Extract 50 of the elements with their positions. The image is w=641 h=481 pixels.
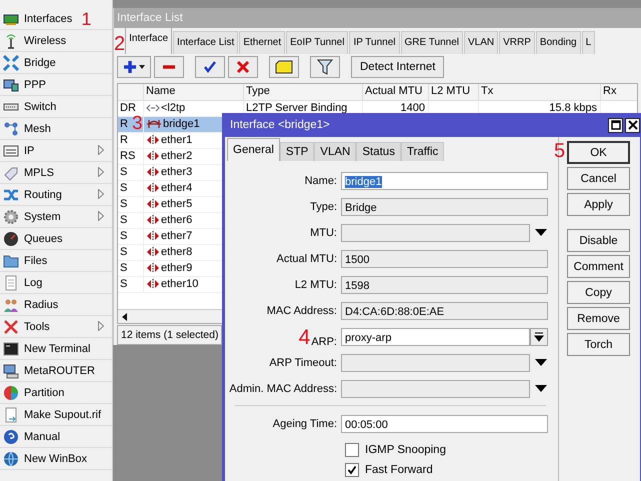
table-cell: <l2tp <box>161 100 186 116</box>
annotation-number: 5 <box>554 141 566 161</box>
field-label: Name: <box>304 175 337 187</box>
checkbox-label: Fast Forward <box>365 464 433 476</box>
table-cell: ether9 <box>161 260 192 276</box>
field-label: L2 MTU: <box>294 279 337 291</box>
annotation-number: 2 <box>114 34 126 54</box>
flags-cell: S <box>120 244 128 260</box>
table-cell: ether2 <box>161 148 192 164</box>
flags-cell: S <box>120 228 128 244</box>
table-cell: ether1 <box>161 132 192 148</box>
flags-cell: S <box>120 276 128 292</box>
flags-cell: S <box>120 212 128 228</box>
dialog-title: Interface <bridge1> <box>230 119 331 131</box>
readonly-field: Bridge <box>341 198 548 216</box>
readonly-field: 1500 <box>341 250 548 268</box>
flags-cell-text: DR <box>120 100 136 116</box>
readonly-field: 1598 <box>341 276 548 294</box>
table-cell: bridge1 <box>163 116 200 132</box>
flags-cell: R <box>120 132 128 148</box>
flags-cell: R <box>120 116 128 132</box>
flags-cell: S <box>120 180 128 196</box>
readonly-field: D4:CA:6D:88:0E:AE <box>341 302 548 320</box>
table-cell: ether7 <box>161 228 192 244</box>
field-label: ARP Timeout: <box>269 357 337 369</box>
table-cell: ether8 <box>161 244 192 260</box>
field-label: Actual MTU: <box>276 253 337 265</box>
status-bar: 12 items (1 selected) <box>117 325 222 345</box>
field-label: MTU: <box>310 227 337 239</box>
table-cell: 1400 <box>400 100 425 116</box>
table-cell: ether5 <box>161 196 192 212</box>
table-cell: ether3 <box>161 164 192 180</box>
flags-cell: RS <box>120 148 136 164</box>
field-label: ARP: <box>311 336 337 348</box>
field-label: MAC Address: <box>266 305 337 317</box>
table-cell: 15.8 kbps <box>549 100 597 116</box>
window-title: Interface List <box>114 8 641 28</box>
table-cell: ether4 <box>161 180 192 196</box>
flags-cell: S <box>120 164 128 180</box>
annotation-number: 4 <box>298 326 310 348</box>
annotation-number: 1 <box>81 10 92 28</box>
table-cell: ether6 <box>161 212 192 228</box>
checkbox-label: IGMP Snooping <box>365 444 446 456</box>
flags-cell: S <box>120 260 128 276</box>
field-label: Ageing Time: <box>272 418 337 430</box>
flags-cell: S <box>120 196 128 212</box>
field-label: Type: <box>310 201 337 213</box>
table-cell: ether10 <box>161 276 198 292</box>
field-label: Admin. MAC Address: <box>229 383 337 395</box>
table-cell: L2TP Server Binding <box>246 100 348 116</box>
